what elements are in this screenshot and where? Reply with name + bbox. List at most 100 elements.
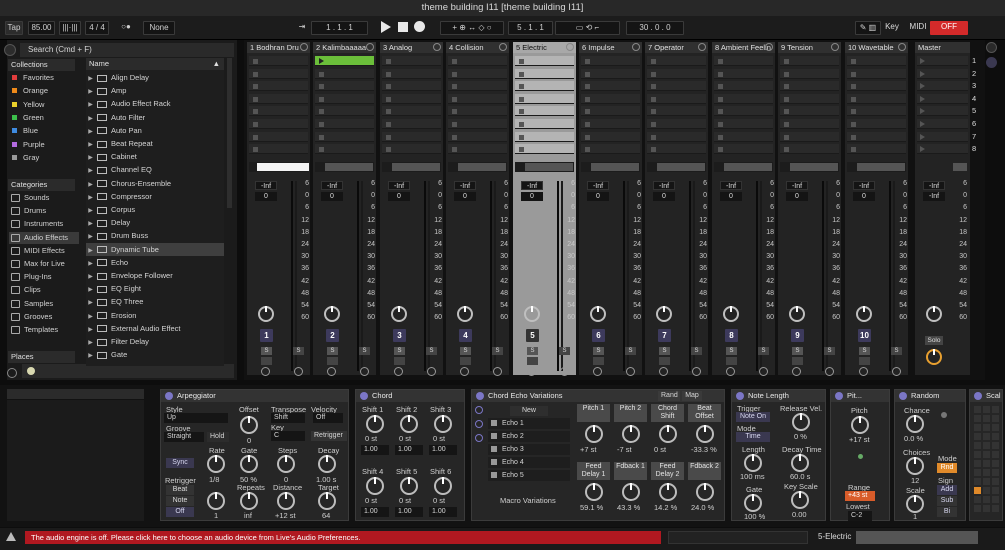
clip-slot[interactable]	[382, 131, 441, 142]
monitor-icon[interactable]	[792, 367, 801, 376]
crossfade-button[interactable]: S	[891, 347, 902, 355]
pan-field[interactable]: 0	[720, 192, 742, 201]
clip-slot[interactable]	[780, 68, 839, 79]
clip-stop-icon[interactable]	[651, 59, 656, 64]
rate-knob[interactable]	[207, 455, 225, 473]
solo-button[interactable]: S	[261, 347, 272, 355]
solo-button[interactable]: S	[460, 347, 471, 355]
clip-stop-icon[interactable]	[319, 58, 324, 64]
scale-cell[interactable]	[983, 451, 990, 458]
clip-slot[interactable]	[448, 68, 507, 79]
scale-cell[interactable]	[974, 460, 981, 467]
collection-item[interactable]: Gray	[9, 152, 79, 164]
clip-stop-icon[interactable]	[452, 109, 457, 115]
category-templates[interactable]: Templates	[9, 324, 79, 336]
clip-slot[interactable]	[249, 68, 308, 79]
category-drums[interactable]: Drums	[9, 205, 79, 217]
browser-item[interactable]: ▶ EQ Eight	[86, 282, 224, 295]
scene-number[interactable]: 7	[972, 132, 976, 141]
clip-stop-icon[interactable]	[452, 59, 457, 64]
send-knob[interactable]	[524, 306, 540, 322]
send-knob[interactable]	[656, 306, 672, 322]
clip-slot[interactable]	[780, 93, 839, 104]
scene-launch[interactable]	[917, 56, 968, 66]
shift-knob[interactable]	[434, 477, 452, 495]
clip-stop-icon[interactable]	[585, 71, 590, 77]
scale-cell[interactable]	[983, 433, 990, 440]
tempo-nudge[interactable]: |||·|||	[59, 21, 81, 35]
clip-slot[interactable]	[780, 144, 839, 155]
send-knob[interactable]	[856, 306, 872, 322]
clip-stop-icon[interactable]	[519, 109, 524, 115]
clip-stop-icon[interactable]	[386, 59, 391, 64]
clip-stop-icon[interactable]	[718, 96, 723, 102]
track-fold-icon[interactable]	[632, 43, 640, 51]
scale-cell[interactable]	[992, 415, 999, 422]
scale-cell[interactable]	[992, 460, 999, 467]
clip-stop-icon[interactable]	[851, 109, 856, 115]
clip-stop-icon[interactable]	[651, 122, 656, 127]
scale-cell[interactable]	[983, 496, 990, 503]
chance-knob[interactable]	[906, 415, 924, 433]
velocity-multiplier[interactable]: 1.00	[361, 445, 389, 455]
rack-chain-icon[interactable]	[475, 406, 483, 414]
clip-slot[interactable]	[714, 81, 773, 92]
clip-slot[interactable]	[714, 119, 773, 129]
clip-slot[interactable]	[847, 56, 906, 66]
gate-knob[interactable]	[240, 455, 258, 473]
scale-cell[interactable]	[992, 433, 999, 440]
name-column-header[interactable]: Name ▲	[86, 58, 224, 70]
clip-stop-icon[interactable]	[718, 122, 723, 127]
clip-stop-icon[interactable]	[651, 109, 656, 115]
clip-slot[interactable]	[249, 106, 308, 117]
clip-slot[interactable]	[714, 144, 773, 155]
track-fold-icon[interactable]	[366, 43, 374, 51]
volume-field[interactable]: -Inf	[587, 181, 609, 190]
range-field[interactable]: +43 st	[845, 491, 875, 501]
sync-button[interactable]: Sync	[166, 458, 194, 468]
crossfade-button[interactable]: S	[359, 347, 370, 355]
macro-knob[interactable]	[659, 425, 677, 443]
clip-slot[interactable]	[847, 106, 906, 117]
volume-field[interactable]: -Inf	[255, 181, 277, 190]
retrigger-note[interactable]: Note	[166, 496, 194, 506]
crossfade-button[interactable]: S	[426, 347, 437, 355]
monitor-icon[interactable]	[261, 367, 270, 376]
scale-cell[interactable]	[992, 424, 999, 431]
rand-button[interactable]: Rand	[658, 391, 680, 401]
clip-slot[interactable]	[515, 68, 574, 79]
clip-slot[interactable]	[382, 119, 441, 129]
monitor-icon[interactable]	[726, 367, 735, 376]
browser-item[interactable]: ▶ Amp	[86, 84, 224, 97]
monitor-icon[interactable]	[593, 367, 602, 376]
clip-stop-icon[interactable]	[519, 71, 524, 77]
macro-knob[interactable]	[622, 483, 640, 501]
send-knob[interactable]	[457, 306, 473, 322]
clip-stop-icon[interactable]	[784, 59, 789, 64]
clip-slot[interactable]	[315, 68, 374, 79]
clip-stop-icon[interactable]	[253, 109, 258, 115]
new-variation-button[interactable]: New	[510, 406, 548, 416]
volume-field[interactable]: -Inf	[653, 181, 675, 190]
device-power-icon[interactable]	[835, 392, 843, 400]
velocity-multiplier[interactable]: 1.00	[395, 507, 423, 517]
scale-cell[interactable]	[992, 496, 999, 503]
lowest-field[interactable]: C-2	[848, 511, 872, 521]
browser-item[interactable]: ▶ Auto Pan	[86, 124, 224, 137]
browser-item[interactable]: ▶ Align Delay	[86, 71, 224, 84]
retrigger-beat[interactable]: Beat	[166, 485, 194, 495]
scene-play-icon[interactable]	[920, 83, 925, 90]
track-number[interactable]: 7	[658, 329, 671, 342]
steps-knob[interactable]	[277, 455, 295, 473]
clip-slot[interactable]	[515, 106, 574, 117]
track-fold-icon[interactable]	[698, 43, 706, 51]
scene-launch[interactable]	[917, 106, 968, 117]
clip-stop-icon[interactable]	[851, 96, 856, 102]
clip-stop-icon[interactable]	[851, 134, 856, 140]
clip-stop-icon[interactable]	[585, 96, 590, 102]
category-sounds[interactable]: Sounds	[9, 192, 79, 204]
clip-slot[interactable]	[780, 106, 839, 117]
scale-cell[interactable]	[992, 487, 999, 494]
collection-item[interactable]: Orange	[9, 85, 79, 97]
trigger-toggle[interactable]: Note On	[736, 412, 770, 422]
